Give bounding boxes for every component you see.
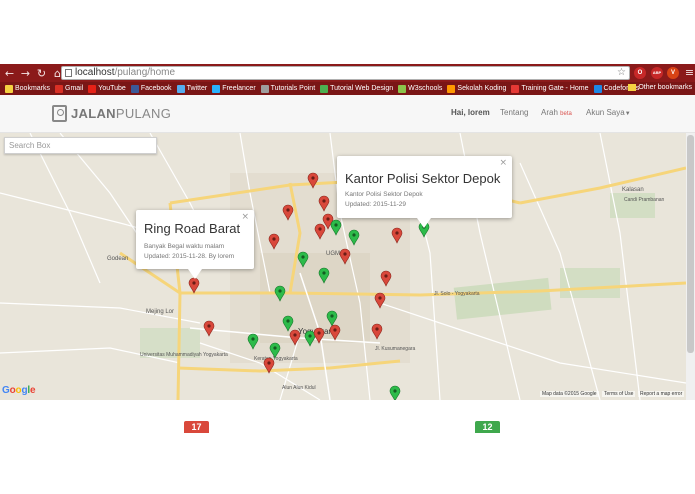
map-label-ugm: UGM — [326, 251, 340, 257]
info-updated: Updated: 2015-11-29 — [345, 201, 406, 208]
close-icon[interactable]: × — [241, 212, 249, 222]
web-design-icon — [320, 84, 329, 93]
sekolah-koding-icon — [447, 84, 456, 93]
map-label-alun: Alun Alun Kidul — [282, 385, 316, 391]
bookmark-label: YouTube — [98, 85, 126, 92]
opera-icon[interactable]: O — [634, 67, 646, 79]
info-window-ring-road-barat: × Ring Road Barat Banyak Begal waktu mal… — [136, 210, 254, 279]
site-header: JALAN PULANG Hai, lorem Tentang Arah beta… — [0, 95, 695, 133]
map-label-kalasan: Kalasan — [622, 187, 644, 193]
bookmarks-bar: Bookmarks Gmail YouTube Facebook Twitter… — [0, 82, 695, 95]
info-window-kantor-polisi: × Kantor Polisi Sektor Depok Kantor Poli… — [337, 156, 512, 228]
bookmark-label: Tutorial Web Design — [330, 85, 394, 92]
bookmark-tutorials-point[interactable]: Tutorials Point — [260, 84, 316, 93]
map-label-kusumanegara: Jl. Kusumanegara — [375, 346, 416, 352]
nav-greeting[interactable]: Hai, lorem — [451, 108, 490, 117]
codeforces-icon — [593, 84, 602, 93]
star-icon[interactable]: ☆ — [617, 67, 626, 79]
forward-icon[interactable]: → — [19, 67, 32, 80]
nav-about[interactable]: Tentang — [500, 108, 528, 117]
map-label-umy: Universitas Muhammadiyah Yogyakarta — [140, 352, 228, 358]
youtube-icon — [88, 84, 97, 93]
bookmark-freelancer[interactable]: Freelancer — [212, 84, 256, 93]
logo-text-1: JALAN — [71, 106, 116, 121]
beta-badge: beta — [560, 111, 572, 117]
logo-text-2: PULANG — [115, 106, 172, 121]
address-bar[interactable]: localhost/pulang/home ☆ — [61, 66, 630, 80]
safe-count-badge: 12 — [475, 421, 500, 433]
bookmark-bookmarks[interactable]: Bookmarks — [5, 84, 51, 93]
bookmark-sekolah-koding[interactable]: Sekolah Koding — [447, 84, 507, 93]
bookmark-label: Tutorials Point — [270, 85, 316, 92]
scrollbar-thumb[interactable] — [687, 135, 694, 353]
search-input[interactable]: Search Box — [4, 137, 157, 154]
w3schools-icon — [398, 84, 407, 93]
nav-direction-label: Arah — [541, 108, 558, 117]
bookmark-tutorial-web-design[interactable]: Tutorial Web Design — [320, 84, 394, 93]
logo[interactable]: JALAN PULANG — [52, 105, 171, 122]
bookmark-label: Training Gate - Home — [521, 85, 589, 92]
tutorials-point-icon — [260, 84, 269, 93]
map-label-mejing-lor: Mejing Lor — [146, 309, 174, 315]
twitter-icon — [176, 84, 185, 93]
info-title: Ring Road Barat — [144, 221, 241, 236]
nav-account-label: Akun Saya — [586, 108, 625, 117]
facebook-icon — [130, 84, 139, 93]
page: { "browser": { "url_host": "localhost", … — [0, 0, 695, 494]
other-bookmarks[interactable]: Other bookmarks — [628, 84, 692, 91]
report-link[interactable]: Report a map error — [638, 391, 685, 397]
map-label-solo: Jl. Solo - Yogyakarta — [434, 291, 480, 297]
terms-link[interactable]: Terms of Use — [602, 391, 636, 397]
url-host: localhost — [75, 67, 115, 78]
shield-icon[interactable]: V — [667, 67, 679, 79]
close-icon[interactable]: × — [499, 158, 507, 168]
info-desc: Banyak Begal waktu malam — [144, 243, 225, 250]
page-icon — [65, 69, 72, 77]
map-data-credit: Map data ©2015 Google — [540, 391, 599, 397]
map-label-godean: Godean — [107, 256, 128, 262]
reload-icon[interactable]: ↻ — [35, 67, 48, 80]
gmail-icon — [55, 84, 64, 93]
info-desc: Kantor Polisi Sektor Depok — [345, 191, 423, 198]
nav-direction[interactable]: Arah beta — [541, 108, 572, 117]
other-bookmarks-label: Other bookmarks — [638, 84, 692, 91]
url-path: /pulang/home — [114, 67, 176, 78]
freelancer-icon — [212, 84, 221, 93]
menu-icon[interactable]: ≡ — [683, 66, 695, 79]
info-updated: Updated: 2015-11-28. By lorem — [144, 253, 235, 260]
bookmark-label: Twitter — [186, 85, 208, 92]
info-tail — [417, 218, 431, 228]
bookmark-label: Gmail — [65, 85, 84, 92]
bookmark-twitter[interactable]: Twitter — [176, 84, 208, 93]
training-gate-icon — [511, 84, 520, 93]
map-pin-logo-icon — [52, 105, 67, 122]
bookmark-w3schools[interactable]: W3schools — [398, 84, 443, 93]
danger-count-badge: 17 — [184, 421, 209, 433]
bookmark-youtube[interactable]: YouTube — [88, 84, 126, 93]
bookmark-label: Facebook — [140, 85, 172, 92]
folder-icon — [628, 84, 637, 91]
bookmark-facebook[interactable]: Facebook — [130, 84, 172, 93]
star-icon — [5, 84, 13, 93]
adblock-icon[interactable]: ABP — [651, 67, 663, 79]
browser-toolbar: ← → ↻ ⌂ localhost/pulang/home ☆ O ABP V … — [0, 64, 695, 82]
google-logo: Google — [2, 385, 36, 396]
bookmark-label: W3schools — [408, 85, 443, 92]
map[interactable]: Godean Mejing Lor Yogyakarta UGM Kalasan… — [0, 133, 686, 400]
bookmark-label: Freelancer — [222, 85, 256, 92]
bookmark-label: Sekolah Koding — [457, 85, 507, 92]
bookmark-gmail[interactable]: Gmail — [55, 84, 84, 93]
nav-account[interactable]: Akun Saya▼ — [586, 108, 631, 117]
bookmark-label: Bookmarks — [15, 85, 51, 92]
info-title: Kantor Polisi Sektor Depok — [345, 171, 501, 186]
bookmark-training-gate[interactable]: Training Gate - Home — [511, 84, 589, 93]
back-icon[interactable]: ← — [3, 67, 16, 80]
map-label-keraton: Keraton Yogyakarta — [254, 356, 298, 362]
map-label-candi: Candi Prambanan — [624, 197, 665, 203]
info-tail — [188, 269, 202, 279]
caret-down-icon: ▼ — [624, 111, 631, 117]
